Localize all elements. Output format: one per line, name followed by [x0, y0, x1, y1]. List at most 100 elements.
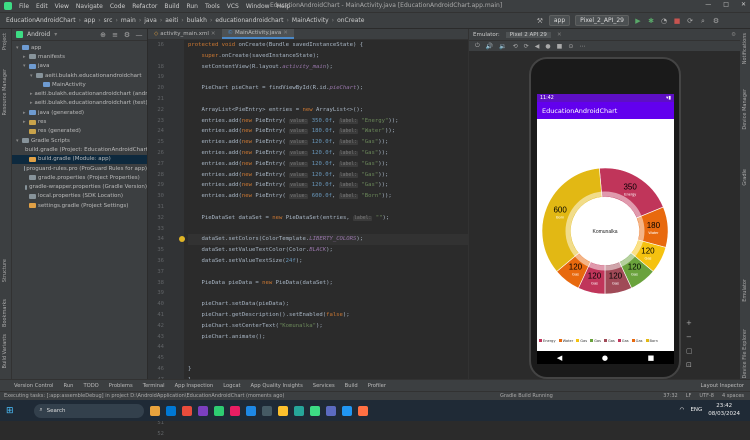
menu-item-refactor[interactable]: Refactor: [132, 3, 157, 10]
breadcrumb-item[interactable]: src: [102, 17, 115, 24]
project-tree-item[interactable]: res (generated): [12, 127, 147, 136]
bottom-tool-profiler[interactable]: Profiler: [368, 383, 386, 389]
breadcrumb-item[interactable]: educationandroidchart: [213, 17, 285, 24]
app-icon-teal[interactable]: [293, 405, 304, 416]
fit-screen-icon[interactable]: ⊡: [686, 361, 696, 369]
status-item[interactable]: 4 spaces: [722, 393, 744, 399]
bottom-tool-layout-inspector[interactable]: Layout Inspector: [701, 383, 750, 389]
home-icon[interactable]: ●: [545, 43, 550, 50]
back-icon[interactable]: ◀: [535, 43, 540, 50]
wifi-icon[interactable]: ◠: [680, 407, 685, 413]
breadcrumb-item[interactable]: app: [82, 17, 97, 24]
gear-icon[interactable]: ⚙: [123, 31, 131, 39]
nav-home-icon[interactable]: ●: [602, 354, 608, 362]
app-icon-indigo[interactable]: [325, 405, 336, 416]
editor-tab[interactable]: © MainActivity.java ✕: [221, 29, 294, 39]
project-tree-item[interactable]: ▾ Gradle Scripts: [12, 136, 147, 145]
bottom-tool-terminal[interactable]: Terminal: [143, 383, 165, 389]
bottom-tool-app-quality-insights[interactable]: App Quality Insights: [251, 383, 303, 389]
pie-chart[interactable]: 350Energy180Water120Gas120Gas120Gas120Ga…: [537, 119, 674, 339]
gear-icon[interactable]: ⚙: [731, 32, 740, 38]
more-icon[interactable]: ⋯: [579, 43, 585, 50]
expand-arrow-icon[interactable]: ▸: [30, 100, 33, 106]
device-select[interactable]: Pixel_2_API_29: [575, 15, 629, 26]
hammer-icon[interactable]: ⚒: [536, 17, 544, 25]
breadcrumb-item[interactable]: main: [119, 17, 138, 24]
app-icon-purple[interactable]: [197, 405, 208, 416]
resource-manager-tool-tab[interactable]: Resource Manager: [2, 69, 8, 115]
project-tree-item[interactable]: proguard-rules.pro (ProGuard Rules for a…: [12, 164, 147, 173]
clock[interactable]: 23:42 08/03/2024: [708, 402, 740, 418]
app-icon-orange[interactable]: [357, 405, 368, 416]
nav-recents-icon[interactable]: ■: [648, 354, 655, 362]
minimize-icon[interactable]: —: [705, 1, 711, 8]
menu-item-file[interactable]: File: [19, 3, 29, 10]
bottom-tool-problems[interactable]: Problems: [109, 383, 133, 389]
rotate-right-icon[interactable]: ⟳: [524, 43, 529, 50]
power-icon[interactable]: ⏻: [475, 42, 480, 50]
expand-arrow-icon[interactable]: ▸: [30, 91, 33, 97]
locate-icon[interactable]: ⊕: [99, 31, 107, 39]
bottom-tool-run[interactable]: Run: [63, 383, 73, 389]
lightbulb-icon[interactable]: [179, 236, 185, 243]
project-tree-item[interactable]: local.properties (SDK Location): [12, 192, 147, 201]
collapse-icon[interactable]: ≡: [111, 31, 119, 39]
breadcrumb-item[interactable]: bulakh: [185, 17, 209, 24]
profile-icon[interactable]: ◔: [660, 17, 668, 25]
nav-back-icon[interactable]: ◀: [557, 354, 562, 362]
project-tree-item[interactable]: ▸ aeiti.bulakh.educationandroidchart (and…: [12, 89, 147, 98]
status-item[interactable]: 37:32: [663, 393, 677, 399]
status-item[interactable]: UTF-8: [699, 393, 714, 399]
word-icon[interactable]: [341, 405, 352, 416]
hide-icon[interactable]: —: [135, 31, 143, 39]
windows-start-icon[interactable]: ⊞: [6, 406, 14, 416]
app-icon-blue[interactable]: [245, 405, 256, 416]
menu-item-navigate[interactable]: Navigate: [76, 3, 103, 10]
project-tree-item[interactable]: MainActivity: [12, 80, 147, 89]
menu-item-edit[interactable]: Edit: [36, 3, 48, 10]
structure-tool-tab[interactable]: Structure: [2, 259, 8, 282]
project-tool-tab[interactable]: Project: [2, 33, 8, 50]
editor-tab[interactable]: ◇ activity_main.xml ✕: [148, 29, 222, 39]
close-tab-icon[interactable]: ✕: [211, 31, 216, 37]
language-indicator[interactable]: ENG: [690, 407, 702, 413]
menu-item-build[interactable]: Build: [164, 3, 179, 10]
project-tree-item[interactable]: ▾ java: [12, 62, 147, 71]
maximize-icon[interactable]: □: [723, 1, 729, 8]
code-area[interactable]: protected void onCreate(Bundle savedInst…: [188, 40, 468, 379]
chevron-down-icon[interactable]: ▾: [54, 31, 57, 38]
project-tree-item[interactable]: ▸ aeiti.bulakh.educationandroidchart (tes…: [12, 99, 147, 108]
taskbar-search[interactable]: ⌕ Search: [33, 403, 144, 418]
device-manager-tool-tab[interactable]: Device Manager: [742, 89, 748, 130]
status-item[interactable]: LF: [686, 393, 692, 399]
menu-item-window[interactable]: Window: [246, 3, 270, 10]
emulator-tool-tab[interactable]: Emulator: [742, 279, 748, 302]
app-icon-slate[interactable]: [261, 405, 272, 416]
menu-item-code[interactable]: Code: [110, 3, 125, 10]
edge-icon[interactable]: [165, 405, 176, 416]
bottom-tool-app-inspection[interactable]: App Inspection: [175, 383, 214, 389]
sync-icon[interactable]: ⟳: [686, 17, 694, 25]
app-icon-red[interactable]: [181, 405, 192, 416]
project-tree-item[interactable]: gradle-wrapper.properties (Gradle Versio…: [12, 182, 147, 191]
gradle-tool-tab[interactable]: Gradle: [742, 169, 748, 186]
file-explorer-icon[interactable]: [149, 405, 160, 416]
breadcrumb-item[interactable]: MainActivity: [290, 17, 331, 24]
zoom-fit-icon[interactable]: ▢: [686, 347, 696, 355]
menu-item-tools[interactable]: Tools: [205, 3, 220, 10]
close-tab-icon[interactable]: ✕: [557, 32, 562, 38]
bottom-tool-todo[interactable]: TODO: [83, 383, 98, 389]
rotate-icon[interactable]: ⟲: [513, 43, 518, 50]
stop-icon[interactable]: ■: [673, 17, 681, 25]
app-icon-pink[interactable]: [229, 405, 240, 416]
zoom-in-icon[interactable]: +: [686, 319, 696, 327]
breadcrumb-item[interactable]: aeiti: [163, 17, 180, 24]
breadcrumb-item[interactable]: EducationAndroidChart: [4, 17, 78, 24]
android-studio-taskbar-icon[interactable]: [309, 405, 320, 416]
bottom-tool-logcat[interactable]: Logcat: [223, 383, 240, 389]
menu-item-vcs[interactable]: VCS: [227, 3, 239, 10]
device-screen[interactable]: 11:42 ▾▮ EducationAndroidChart 350 Energy…: [537, 94, 674, 364]
project-tree-item[interactable]: ▾ aeiti.bulakh.educationandroidchart: [12, 71, 147, 80]
build-variants-tool-tab[interactable]: Build Variants: [2, 334, 8, 368]
project-view-select[interactable]: Android: [27, 31, 50, 38]
